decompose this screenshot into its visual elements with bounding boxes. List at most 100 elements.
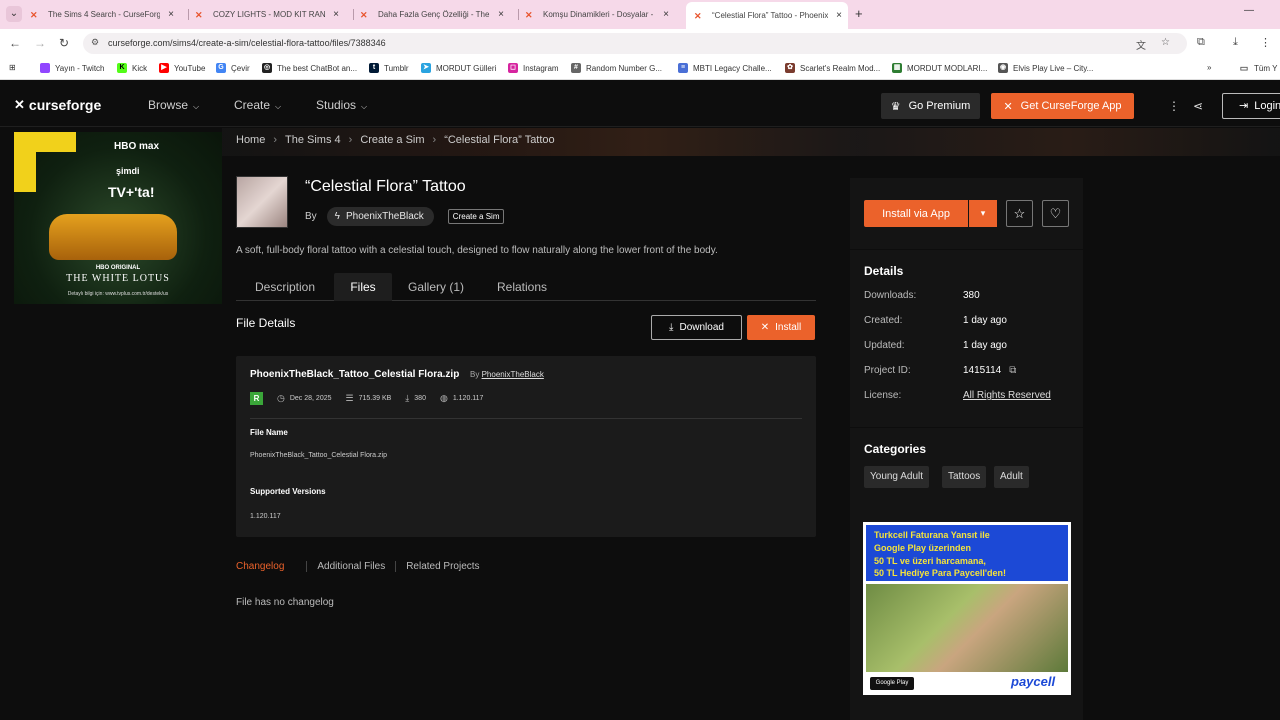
install-button[interactable]: ✕ Install bbox=[747, 315, 815, 340]
login-button[interactable]: ⇥ Login bbox=[1222, 93, 1280, 119]
copy-icon[interactable]: ⧉ bbox=[1009, 365, 1016, 376]
kick-icon: K bbox=[117, 63, 127, 73]
file-date: Dec 28, 2025 bbox=[289, 395, 332, 402]
bookmark-item[interactable]: ➤ MORDUT Gülleri bbox=[421, 63, 496, 73]
share-icon[interactable]: ⋖ bbox=[1193, 99, 1203, 113]
telegram-icon: ➤ bbox=[421, 63, 431, 73]
bookmark-item[interactable]: t Tumblr bbox=[369, 63, 409, 73]
bookmark-item[interactable]: ▶ YouTube bbox=[159, 63, 205, 73]
forward-arrow-icon[interactable]: → bbox=[34, 36, 46, 50]
apps-grid-icon[interactable]: ⊞ bbox=[9, 63, 16, 72]
changelog-text: File has no changelog bbox=[236, 597, 334, 608]
translate-icon[interactable]: 文 bbox=[1136, 37, 1146, 52]
site-info-icon[interactable]: ⚙ bbox=[91, 37, 99, 48]
tab-close-icon[interactable]: × bbox=[661, 9, 671, 20]
url-text[interactable]: curseforge.com/sims4/create-a-sim/celest… bbox=[108, 38, 386, 48]
browser-tab[interactable]: ✕ Komşu Dinamikleri - Dosyalar - × bbox=[525, 4, 671, 25]
back-arrow-icon[interactable]: ← bbox=[9, 36, 21, 50]
nav-browse[interactable]: Browse ⌵ bbox=[148, 98, 199, 112]
tab-title: The Sims 4 Search - CurseForge bbox=[48, 10, 160, 19]
bookmark-item[interactable]: # Random Number G... bbox=[571, 63, 662, 73]
tab-changelog[interactable]: Changelog bbox=[236, 561, 294, 572]
tab-description[interactable]: Description bbox=[236, 273, 334, 301]
detail-downloads-value: 380 bbox=[963, 290, 980, 301]
browser-tab[interactable]: ✕ Daha Fazla Genç Özelliği - The × bbox=[360, 4, 506, 25]
tab-close-icon[interactable]: × bbox=[166, 9, 176, 20]
tab-close-icon[interactable]: × bbox=[496, 9, 506, 20]
install-options-chevron-icon[interactable]: ▾ bbox=[969, 200, 997, 227]
bookmark-item[interactable]: G Çevir bbox=[216, 63, 250, 73]
breadcrumb-class[interactable]: Create a Sim bbox=[360, 134, 424, 146]
nav-create[interactable]: Create ⌵ bbox=[234, 98, 281, 112]
categories-heading: Categories bbox=[864, 442, 927, 456]
favorite-heart-icon[interactable]: ♡ bbox=[1042, 200, 1069, 227]
address-bar-row: ← → ↻ ⚙ curseforge.com/sims4/create-a-si… bbox=[0, 29, 1280, 58]
tab-related-projects[interactable]: Related Projects bbox=[395, 560, 489, 572]
bookmark-item[interactable]: ≡ MBTI Legacy Challe... bbox=[678, 63, 772, 73]
tab-gallery[interactable]: Gallery (1) bbox=[396, 273, 476, 301]
author-chip[interactable]: ϟ PhoenixTheBlack bbox=[326, 207, 434, 226]
bookmark-item[interactable]: K Kick bbox=[117, 63, 147, 73]
file-details-heading: File Details bbox=[236, 316, 296, 330]
get-app-button[interactable]: ✕ Get CurseForge App bbox=[991, 93, 1134, 119]
category-tag[interactable]: Adult bbox=[994, 466, 1029, 488]
category-chip[interactable]: Create a Sim bbox=[447, 209, 505, 224]
browser-tab[interactable]: ✕ The Sims 4 Search - CurseForge × bbox=[30, 4, 176, 25]
breadcrumb-chevron-icon: › bbox=[273, 134, 278, 146]
detail-project-id-value: 1415114 ⧉ bbox=[963, 365, 1017, 376]
all-bookmarks-folder[interactable]: ▭ Tüm Y bbox=[1239, 63, 1278, 73]
tab-title: Daha Fazla Genç Özelliği - The bbox=[378, 10, 490, 19]
follow-star-icon[interactable]: ☆ bbox=[1006, 200, 1033, 227]
supported-versions-label: Supported Versions bbox=[250, 487, 326, 496]
tab-files[interactable]: Files bbox=[334, 273, 392, 301]
bookmark-item[interactable]: ◎ The best ChatBot an... bbox=[262, 63, 357, 73]
bookmark-item[interactable]: ✿ Scarlet's Realm Mod... bbox=[785, 63, 880, 73]
browser-tab[interactable]: ✕ COZY LIGHTS - MOD KIT RANSOM × bbox=[195, 4, 341, 25]
tab-close-icon[interactable]: × bbox=[331, 9, 341, 20]
window-minimize-icon[interactable]: — bbox=[1244, 5, 1254, 16]
more-menu-icon[interactable]: ⋮ bbox=[1168, 99, 1180, 113]
file-game-version: 1.120.117 bbox=[452, 395, 484, 402]
file-author-link[interactable]: PhoenixTheBlack bbox=[482, 370, 544, 379]
sheets-icon: ▦ bbox=[892, 63, 902, 73]
nav-studios[interactable]: Studios ⌵ bbox=[316, 98, 367, 112]
project-thumbnail[interactable] bbox=[236, 176, 288, 228]
curseforge-logo[interactable]: ✕ curseforge bbox=[14, 97, 101, 113]
breadcrumb: Home › The Sims 4 › Create a Sim › “Cele… bbox=[236, 134, 555, 146]
tab-additional-files[interactable]: Additional Files bbox=[306, 560, 395, 572]
file-title: PhoenixTheBlack_Tattoo_Celestial Flora.z… bbox=[250, 369, 460, 380]
bookmark-item[interactable]: Yayın - Twitch bbox=[40, 63, 105, 73]
install-via-app-button[interactable]: Install via App bbox=[864, 200, 968, 227]
right-advertisement[interactable]: Turkcell Faturana Yansıt ile Google Play… bbox=[863, 522, 1071, 695]
breadcrumb-game[interactable]: The Sims 4 bbox=[285, 134, 341, 146]
downloads-icon[interactable]: ⤓ bbox=[1233, 36, 1238, 49]
chevron-down-icon: ⌵ bbox=[361, 102, 368, 111]
chevron-down-icon: ⌵ bbox=[193, 102, 200, 111]
project-tabs: Description Files Gallery (1) Relations bbox=[236, 273, 816, 301]
extensions-icon[interactable]: ⧉ bbox=[1197, 36, 1205, 49]
tab-search-chevron-icon[interactable]: ⌄ bbox=[6, 6, 22, 22]
tab-relations[interactable]: Relations bbox=[482, 273, 562, 301]
tab-close-icon[interactable]: × bbox=[834, 10, 844, 21]
chevron-down-icon: ⌵ bbox=[275, 102, 282, 111]
download-button[interactable]: ⤓ Download bbox=[651, 315, 742, 340]
go-premium-button[interactable]: ♛ Go Premium bbox=[881, 93, 980, 119]
bookmark-item[interactable]: ◉ Elvis Play Live – City... bbox=[998, 63, 1093, 73]
download-icon: ⤓ bbox=[669, 322, 674, 333]
new-tab-button[interactable]: + bbox=[855, 6, 863, 21]
breadcrumb-project[interactable]: “Celestial Flora” Tattoo bbox=[444, 134, 554, 146]
browser-menu-icon[interactable]: ⋮ bbox=[1260, 36, 1271, 49]
bookmark-item[interactable]: ▦ MORDUT MODLARI... bbox=[892, 63, 987, 73]
ad-line1: şimdi bbox=[116, 166, 140, 176]
bookmark-item[interactable]: ◻ Instagram bbox=[508, 63, 559, 73]
left-advertisement[interactable]: HBO max şimdi TV+'ta! HBO ORIGINAL THE W… bbox=[14, 132, 222, 304]
bookmark-star-icon[interactable]: ☆ bbox=[1161, 37, 1170, 48]
license-link[interactable]: All Rights Reserved bbox=[963, 390, 1051, 401]
reload-icon[interactable]: ↻ bbox=[59, 36, 69, 50]
browser-tab-active[interactable]: ✕ “Celestial Flora” Tattoo - Phoenix × bbox=[686, 2, 848, 29]
category-tag[interactable]: Young Adult bbox=[864, 466, 930, 488]
category-tag[interactable]: Tattoos bbox=[942, 466, 987, 488]
breadcrumb-home[interactable]: Home bbox=[236, 134, 265, 146]
bookmarks-more-icon[interactable]: » bbox=[1207, 63, 1211, 72]
omnibox[interactable]: ⚙ curseforge.com/sims4/create-a-sim/cele… bbox=[83, 33, 1187, 54]
